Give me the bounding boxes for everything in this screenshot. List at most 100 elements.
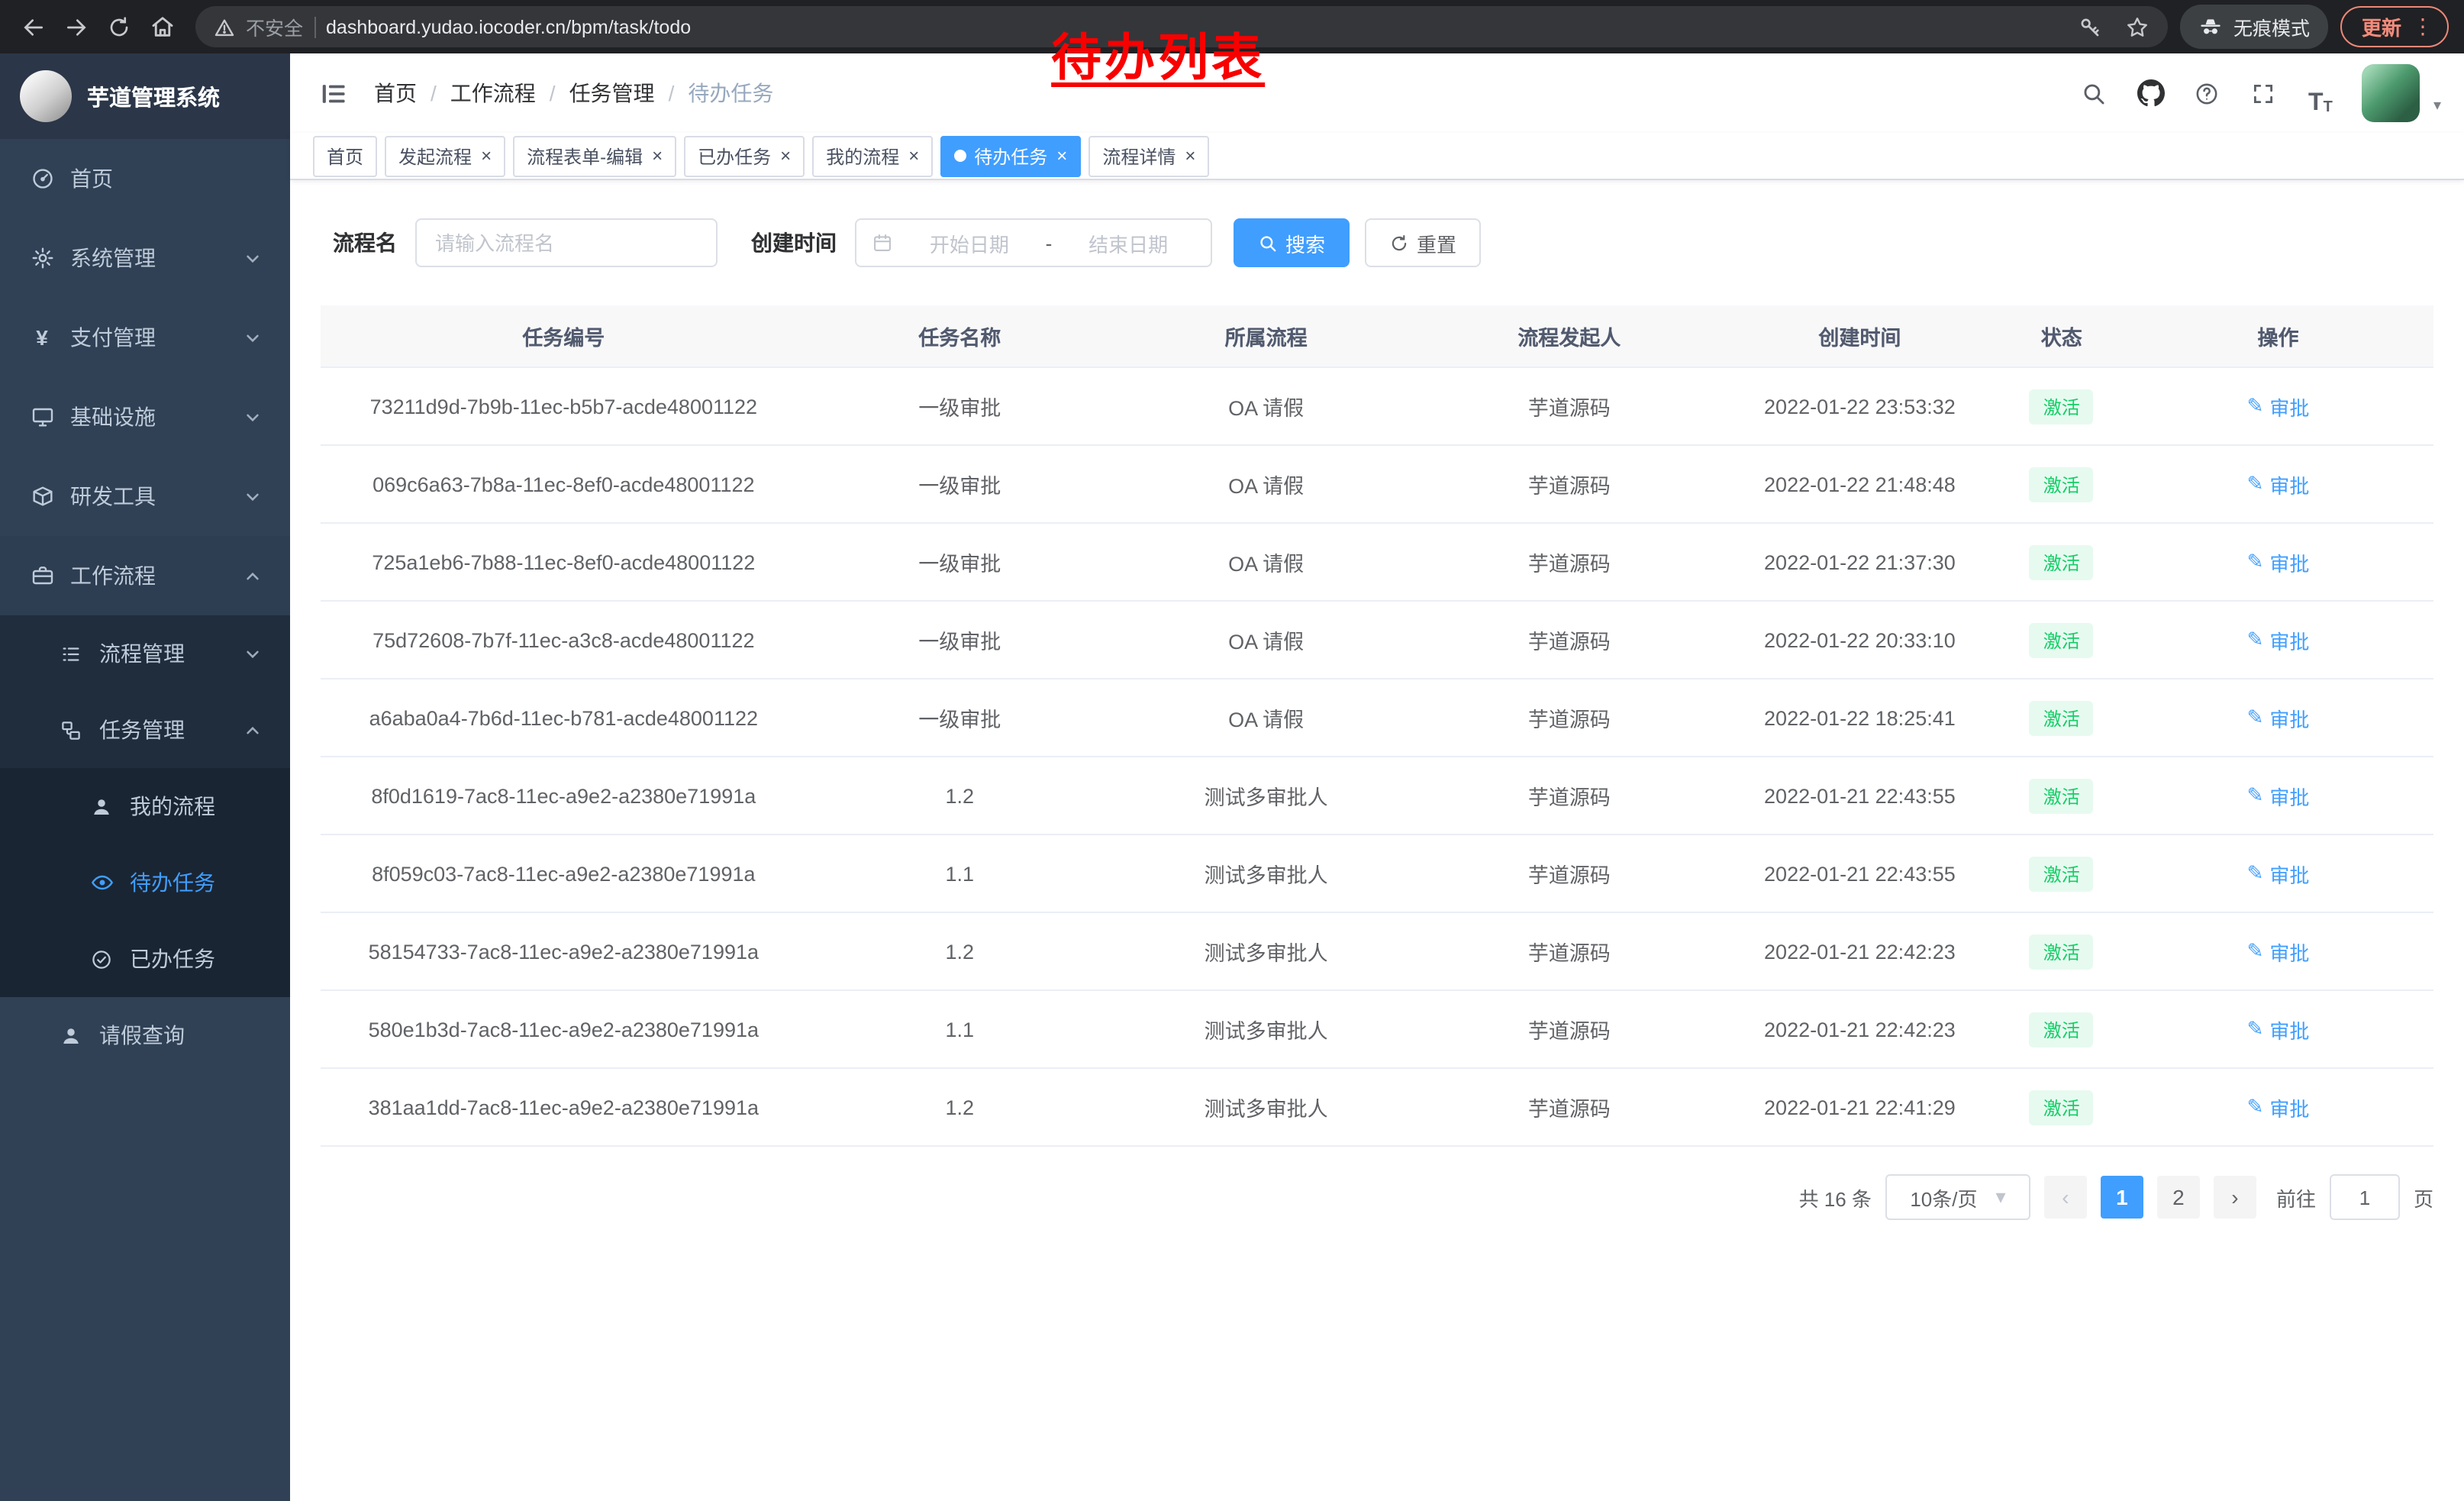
close-icon[interactable]: × [652,147,663,165]
cell-initiator: 芋道源码 [1419,601,1719,679]
close-icon[interactable]: × [908,147,919,165]
search-icon[interactable] [2072,70,2117,116]
cell-status: 激活 [2000,834,2123,912]
font-size-icon[interactable]: TT [2298,70,2343,116]
reload-icon[interactable] [98,5,140,48]
sidebar-item-payment[interactable]: ¥ 支付管理 [0,298,290,377]
browser-menu-icon[interactable]: ⋮ [2412,14,2433,40]
process-name-input[interactable] [415,218,718,267]
prev-page-button[interactable]: ‹ [2044,1176,2087,1219]
approve-link[interactable]: ✎审批 [2247,392,2310,421]
sidebar-item-task-management[interactable]: 任务管理 [0,692,290,768]
approve-label: 审批 [2269,470,2309,499]
search-button[interactable]: 搜索 [1234,218,1350,267]
reset-button-label: 重置 [1417,228,1456,257]
end-date-placeholder[interactable]: 结束日期 [1061,228,1195,257]
sidebar-collapse-icon[interactable] [313,73,353,113]
tab-4[interactable]: 我的流程× [812,135,933,176]
sidebar-item-done-tasks[interactable]: 已办任务 [0,921,290,997]
tab-3[interactable]: 已办任务× [684,135,805,176]
cell-name: 1.2 [807,757,1113,834]
yen-icon: ¥ [29,324,55,350]
next-page-button[interactable]: › [2214,1176,2256,1219]
person-icon [58,1022,84,1048]
approve-link[interactable]: ✎审批 [2247,703,2310,732]
not-secure-warning-icon[interactable] [214,8,235,45]
sidebar: 芋道管理系统 首页 系统管理 ¥ [0,53,290,1501]
briefcase-icon [29,563,55,589]
date-range-picker[interactable]: 开始日期 - 结束日期 [855,218,1212,267]
approve-link[interactable]: ✎审批 [2247,1093,2310,1122]
reset-button[interactable]: 重置 [1365,218,1481,267]
tab-6[interactable]: 流程详情× [1088,135,1209,176]
close-icon[interactable]: × [1185,147,1195,165]
close-icon[interactable]: × [1056,147,1067,165]
goto-page-input[interactable] [2330,1174,2400,1220]
approve-link[interactable]: ✎审批 [2247,1015,2310,1044]
refresh-icon [1389,233,1409,253]
fullscreen-icon[interactable] [2241,70,2287,116]
sidebar-item-system[interactable]: 系统管理 [0,218,290,298]
approve-link[interactable]: ✎审批 [2247,859,2310,888]
back-icon[interactable] [12,5,55,48]
security-label[interactable]: 不安全 [246,12,303,41]
approve-link[interactable]: ✎审批 [2247,781,2310,810]
avatar-caret-icon[interactable]: ▾ [2433,98,2441,115]
breadcrumb-home[interactable]: 首页 [374,78,417,108]
approve-link[interactable]: ✎审批 [2247,937,2310,966]
cell-name: 1.2 [807,1068,1113,1146]
table-row: 381aa1dd-7ac8-11ec-a9e2-a2380e71991a1.2测… [321,1068,2433,1146]
sidebar-item-devtools[interactable]: 研发工具 [0,457,290,536]
tab-2[interactable]: 流程表单-编辑 × [513,135,676,176]
help-icon[interactable] [2185,70,2230,116]
password-key-icon[interactable] [2072,8,2108,45]
sidebar-item-todo-tasks[interactable]: 待办任务 [0,844,290,921]
approve-label: 审批 [2269,703,2309,732]
sidebar-item-my-process[interactable]: 我的流程 [0,768,290,844]
page-button-2[interactable]: 2 [2157,1176,2200,1219]
start-date-placeholder[interactable]: 开始日期 [902,228,1037,257]
forward-icon[interactable] [55,5,98,48]
close-icon[interactable]: × [780,147,791,165]
chrome-update-button[interactable]: 更新 ⋮ [2340,6,2449,47]
home-icon[interactable] [140,5,183,48]
tab-5[interactable]: 待办任务× [940,135,1081,176]
sidebar-menu: 首页 系统管理 ¥ 支付管理 [0,139,290,1073]
approve-link[interactable]: ✎审批 [2247,547,2310,576]
calendar-icon [872,232,893,253]
approve-link[interactable]: ✎审批 [2247,470,2310,499]
breadcrumb-task-management[interactable]: 任务管理 [569,78,655,108]
tab-1[interactable]: 发起流程× [385,135,505,176]
sidebar-item-leave-query[interactable]: 请假查询 [0,997,290,1073]
edit-icon: ✎ [2247,939,2264,964]
cell-status: 激活 [2000,990,2123,1068]
sidebar-item-workflow[interactable]: 工作流程 [0,536,290,615]
status-badge: 激活 [2030,622,2094,657]
update-label[interactable]: 更新 [2362,12,2401,41]
edit-icon: ✎ [2247,394,2264,418]
breadcrumb-workflow[interactable]: 工作流程 [450,78,536,108]
bookmark-star-icon[interactable] [2119,8,2156,45]
tab-0[interactable]: 首页 [313,135,377,176]
app-logo[interactable]: 芋道管理系统 [0,53,290,139]
chevron-down-icon [244,408,261,425]
cube-icon [29,483,55,509]
sidebar-item-process-management[interactable]: 流程管理 [0,615,290,692]
cell-created: 2022-01-22 18:25:41 [1719,679,2000,757]
approve-label: 审批 [2269,392,2309,421]
page-size-select[interactable]: 10条/页 ▾ [1885,1174,2030,1220]
user-avatar[interactable] [2362,64,2420,122]
approve-label: 审批 [2269,1015,2309,1044]
cell-initiator: 芋道源码 [1419,679,1719,757]
approve-link[interactable]: ✎审批 [2247,625,2310,654]
edit-icon: ✎ [2247,628,2264,652]
github-icon[interactable] [2128,70,2174,116]
cell-name: 一级审批 [807,445,1113,523]
cell-created: 2022-01-21 22:42:23 [1719,912,2000,990]
sidebar-item-infrastructure[interactable]: 基础设施 [0,377,290,457]
close-icon[interactable]: × [481,147,492,165]
cell-process: 测试多审批人 [1113,1068,1419,1146]
page-button-1[interactable]: 1 [2101,1176,2143,1219]
sidebar-item-home[interactable]: 首页 [0,139,290,218]
tab-label: 流程表单-编辑 [527,143,643,169]
